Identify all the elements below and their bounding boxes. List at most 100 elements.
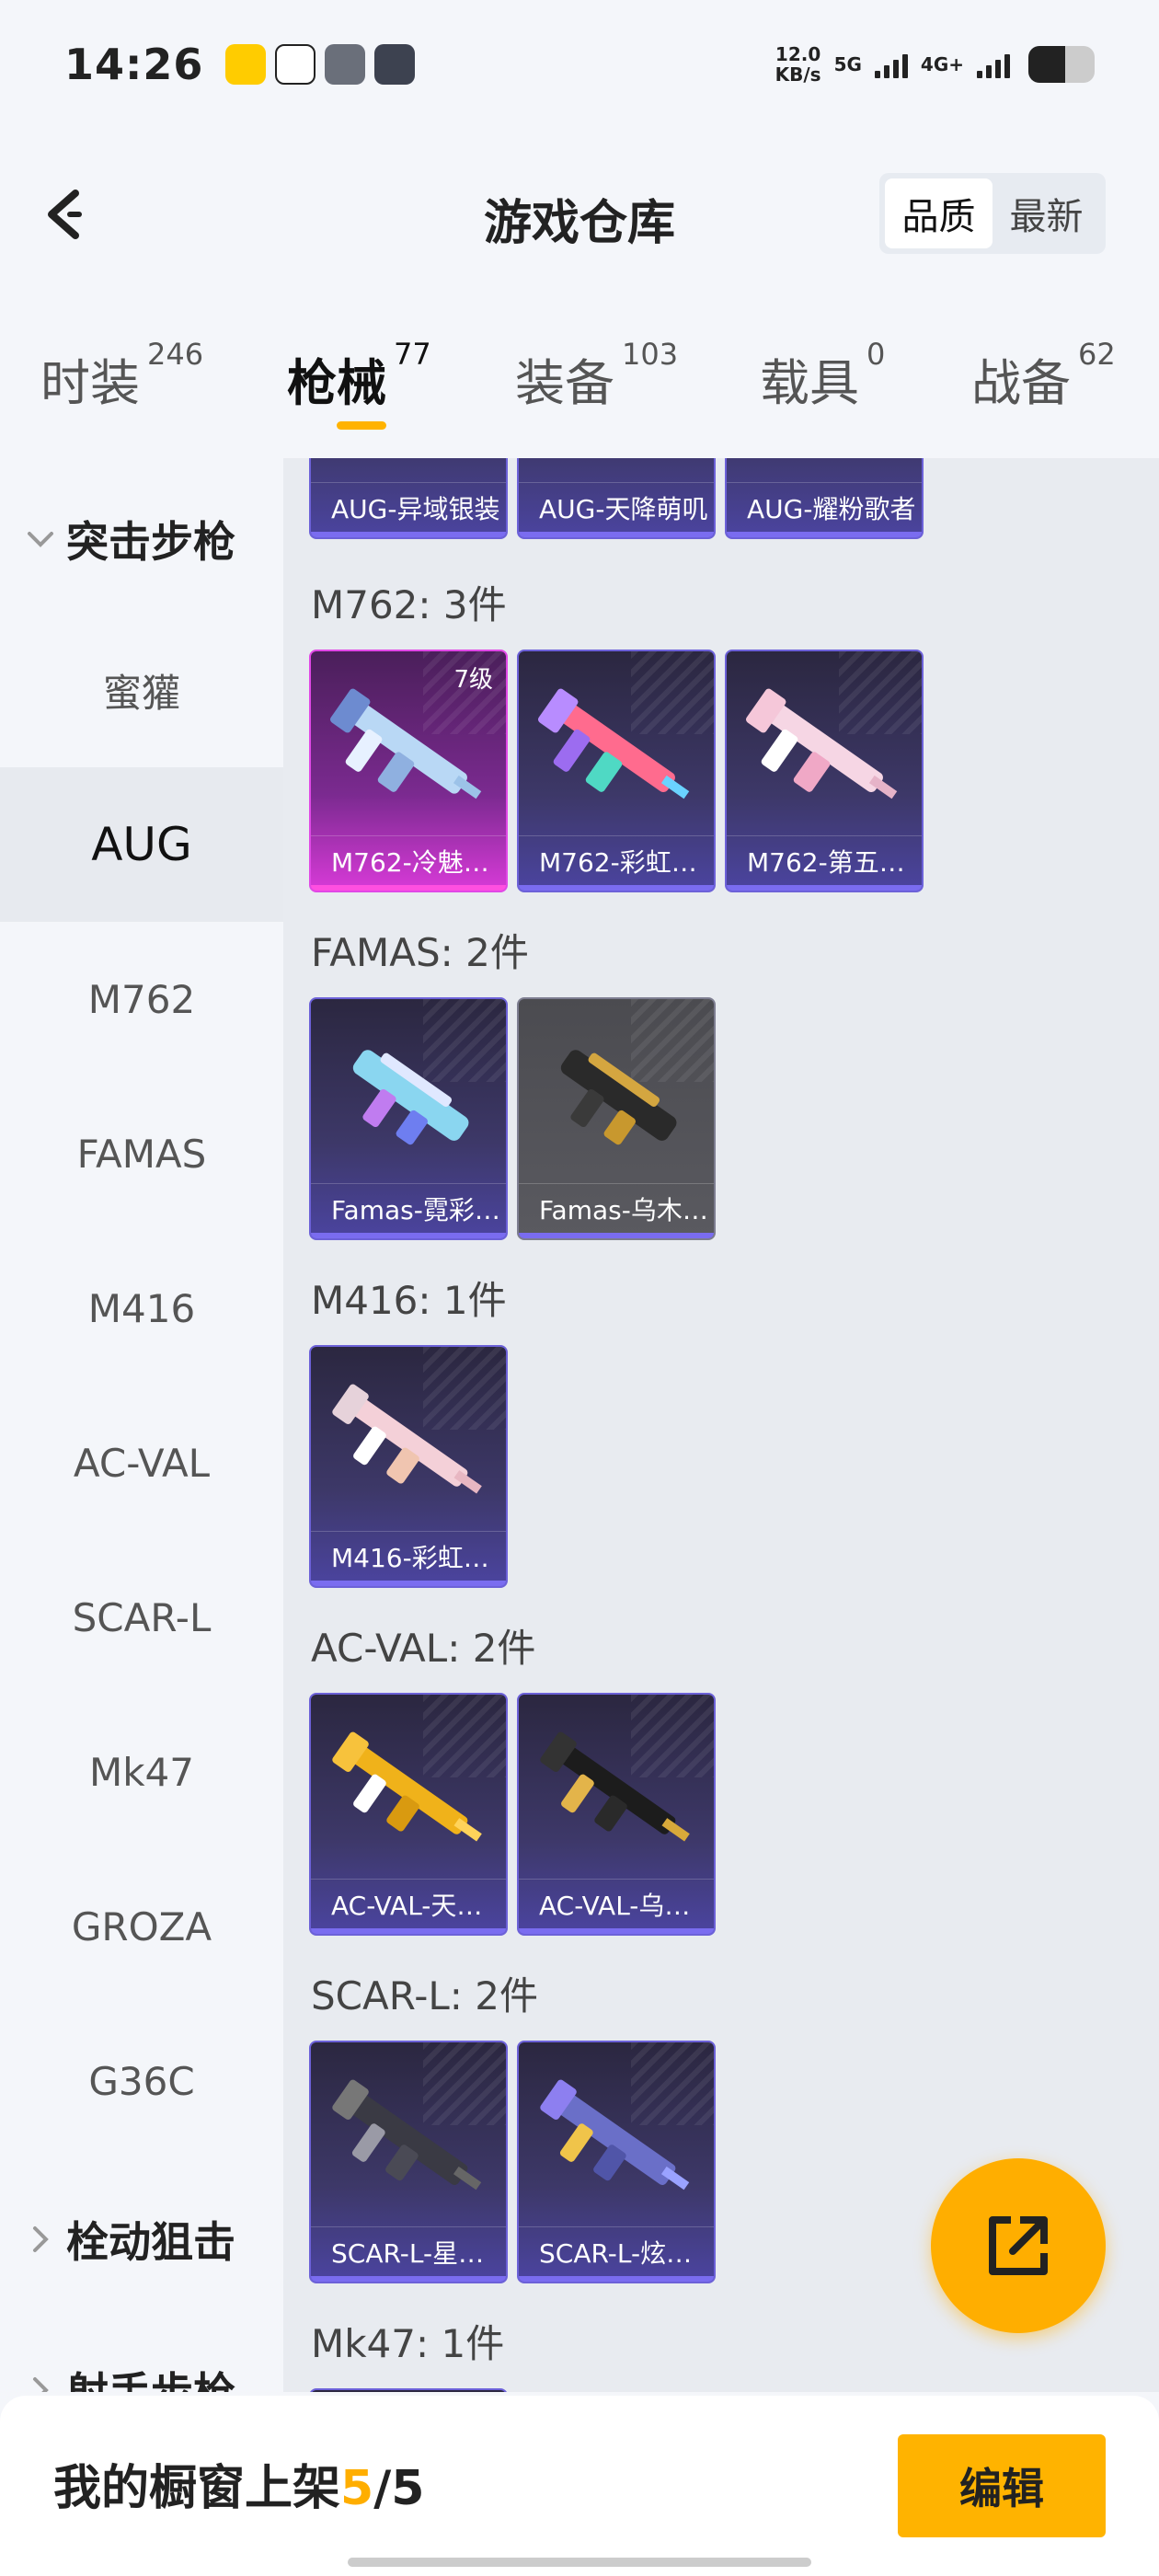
chevron-down-icon	[28, 532, 53, 547]
tab-guns[interactable]: 枪械 77	[287, 337, 431, 415]
card-label: SCAR-L-星…	[311, 2226, 506, 2276]
sidebar-item-aug[interactable]: AUG	[0, 767, 283, 922]
sidebar-group-bolt-sniper[interactable]: 栓动狙击	[0, 2193, 283, 2285]
item-card[interactable]: 7级 M762-冷魅…	[309, 650, 508, 892]
rifle-icon	[538, 688, 690, 799]
section-title-ac-val: AC-VAL: 2件	[311, 1626, 536, 1671]
sidebar-item-mk47[interactable]: Mk47	[0, 1695, 283, 1849]
item-card[interactable]: AUG-异域银装	[309, 458, 508, 539]
rifle-icon	[540, 1731, 690, 1842]
showcase-bar: 我的橱窗上架5/5 编辑	[0, 2396, 1159, 2576]
card-quality-bar	[519, 1928, 714, 1934]
rifle-icon	[332, 2079, 482, 2191]
card-label: M762-第五…	[727, 835, 922, 885]
item-card[interactable]: AUG-天降萌叽	[517, 458, 716, 539]
tab-vehicles[interactable]: 载具 0	[760, 337, 885, 415]
card-label: M762-冷魅…	[311, 835, 506, 885]
app-icon-yellow	[225, 44, 267, 85]
category-sidebar: 突击步枪 蜜獾 AUG M762 FAMAS M416 AC-VAL SCAR-…	[0, 458, 283, 2392]
home-indicator[interactable]	[348, 2558, 811, 2567]
sidebar-item-ac-val[interactable]: AC-VAL	[0, 1386, 283, 1540]
card-quality-bar	[519, 885, 714, 891]
card-label: Famas-霓彩…	[311, 1183, 506, 1233]
card-label: AUG-异域银装	[311, 482, 506, 532]
rifle-icon	[332, 1731, 482, 1842]
item-card[interactable]	[309, 2388, 508, 2392]
card-quality-bar	[727, 885, 922, 891]
sort-quality[interactable]: 品质	[885, 178, 993, 248]
card-label: M416-彩虹…	[311, 1531, 506, 1581]
section-title-scar-l: SCAR-L: 2件	[311, 1973, 538, 2018]
card-label: SCAR-L-炫…	[519, 2226, 714, 2276]
page-header: 游戏仓库 品质 最新	[0, 147, 1159, 276]
sidebar-item-famas[interactable]: FAMAS	[0, 1076, 283, 1231]
sidebar-item-groza[interactable]: GROZA	[0, 1849, 283, 2004]
card-label: AC-VAL-乌…	[519, 1879, 714, 1928]
card-label: AUG-天降萌叽	[519, 482, 714, 532]
rifle-icon	[330, 688, 482, 799]
section-title-mk47: Mk47: 1件	[311, 2321, 505, 2366]
item-card[interactable]: M416-彩虹…	[309, 1345, 508, 1588]
sidebar-item-m762[interactable]: M762	[0, 922, 283, 1076]
sidebar-item-m416[interactable]: M416	[0, 1231, 283, 1386]
card-quality-bar	[519, 1233, 714, 1238]
section-title-famas: FAMAS: 2件	[311, 930, 529, 975]
sidebar-group-assault-rifle[interactable]: 突击步枪	[0, 493, 283, 585]
external-link-icon	[989, 2216, 1048, 2275]
sidebar-item-g36c[interactable]: G36C	[0, 2004, 283, 2158]
sort-latest[interactable]: 最新	[993, 178, 1100, 248]
item-card[interactable]: AC-VAL-乌…	[517, 1693, 716, 1936]
battery-fill	[1028, 46, 1065, 83]
share-button[interactable]	[931, 2158, 1106, 2333]
sidebar-item-scar-l[interactable]: SCAR-L	[0, 1540, 283, 1695]
item-grid: AUG-异域银装 AUG-天降萌叽 AUG-耀粉歌者 M762: 3件 7级 M…	[283, 458, 1159, 2392]
card-label: M762-彩虹…	[519, 835, 714, 885]
tab-supplies[interactable]: 战备 62	[971, 337, 1116, 415]
item-card[interactable]: AUG-耀粉歌者	[725, 458, 924, 539]
card-quality-bar	[519, 532, 714, 537]
sidebar-item-honey-badger[interactable]: 蜜獾	[0, 613, 283, 767]
card-quality-bar	[519, 2276, 714, 2282]
card-quality-bar	[311, 2276, 506, 2282]
network-5g-label: 5G	[833, 53, 862, 75]
sort-toggle[interactable]: 品质 最新	[879, 173, 1106, 254]
item-card[interactable]: AC-VAL-天…	[309, 1693, 508, 1936]
showcase-total: 5	[391, 2461, 425, 2516]
section-title-m762: M762: 3件	[311, 582, 507, 627]
rifle-icon	[746, 688, 898, 799]
card-quality-bar	[311, 1581, 506, 1586]
card-quality-bar	[311, 885, 506, 891]
item-card[interactable]: M762-第五…	[725, 650, 924, 892]
card-quality-bar	[727, 532, 922, 537]
rifle-icon	[540, 2079, 690, 2191]
chevron-right-icon	[33, 2377, 49, 2392]
tab-equipment[interactable]: 装备 103	[515, 337, 678, 415]
item-card[interactable]: Famas-乌木…	[517, 997, 716, 1240]
card-label: Famas-乌木…	[519, 1183, 714, 1233]
network-speed: 12.0 KB/s	[775, 43, 821, 86]
notification-icons	[225, 44, 416, 85]
item-card[interactable]: M762-彩虹…	[517, 650, 716, 892]
rifle-icon	[332, 1384, 482, 1494]
active-tab-indicator	[337, 421, 386, 430]
card-quality-bar	[311, 532, 506, 537]
card-label: AC-VAL-天…	[311, 1879, 506, 1928]
card-label: AUG-耀粉歌者	[727, 482, 922, 532]
battery-icon	[1028, 46, 1095, 83]
category-tabs: 时装 246 枪械 77 装备 103 载具 0 战备 62	[0, 331, 1159, 451]
chevron-right-icon	[33, 2226, 49, 2252]
item-card[interactable]: SCAR-L-炫…	[517, 2041, 716, 2283]
showcase-current: 5	[340, 2461, 374, 2516]
item-card[interactable]: Famas-霓彩…	[309, 997, 508, 1240]
showcase-count: 我的橱窗上架5/5	[53, 2461, 425, 2516]
tab-fashion[interactable]: 时装 246	[40, 337, 203, 415]
sidebar-group-marksman[interactable]: 射手步枪	[0, 2344, 283, 2392]
card-quality-bar	[311, 1233, 506, 1238]
edit-button[interactable]: 编辑	[898, 2434, 1106, 2537]
card-quality-bar	[311, 1928, 506, 1934]
signal-icon	[874, 51, 908, 78]
rifle-icon	[352, 1050, 469, 1145]
game-avatar-icon	[325, 44, 366, 85]
item-card[interactable]: SCAR-L-星…	[309, 2041, 508, 2283]
status-time: 14:26	[64, 40, 204, 89]
